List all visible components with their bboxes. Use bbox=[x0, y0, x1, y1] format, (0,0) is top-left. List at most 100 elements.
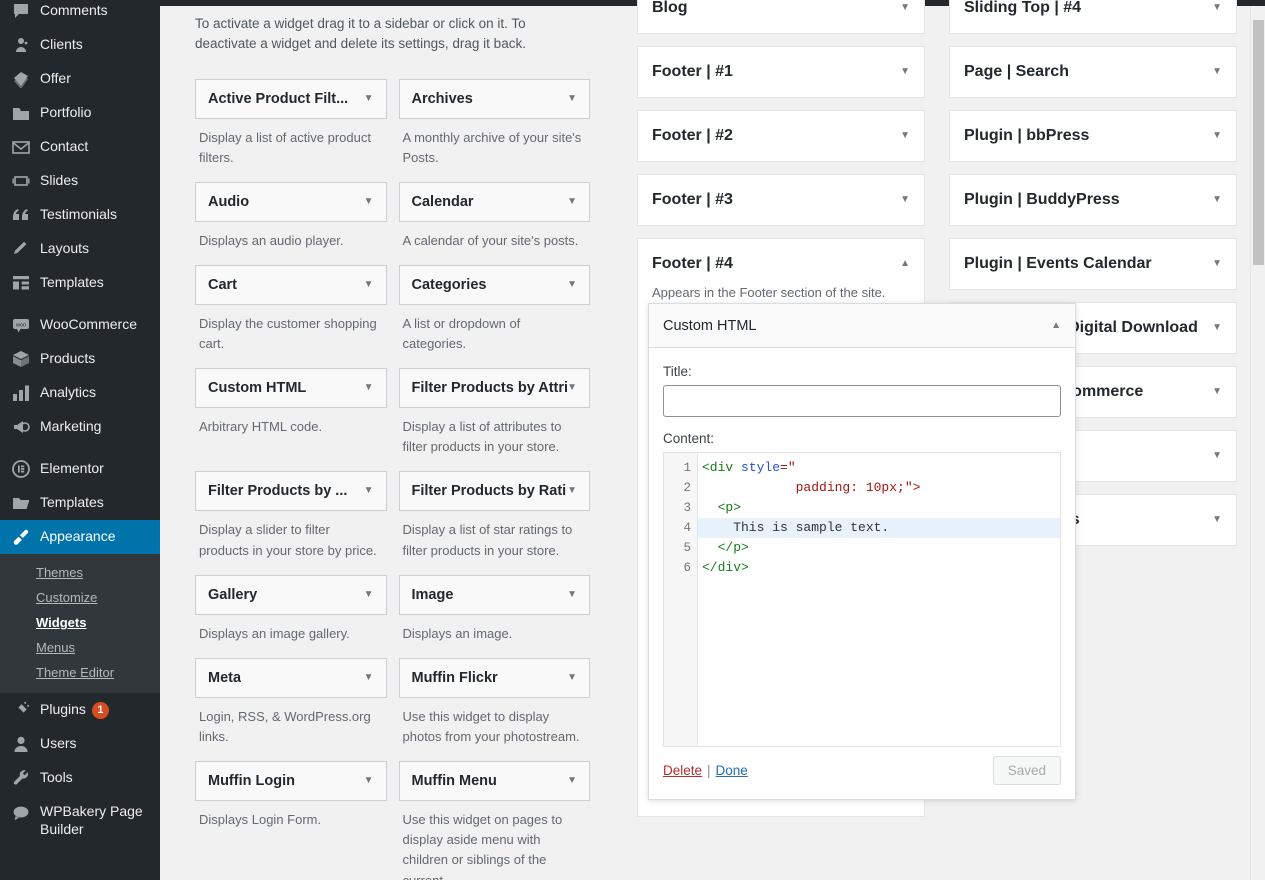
chevron-down-icon[interactable]: ▼ bbox=[567, 196, 577, 207]
available-widget-calendar[interactable]: Calendar ▼ bbox=[398, 181, 590, 222]
chevron-down-icon[interactable]: ▼ bbox=[364, 279, 374, 290]
sidebar-item-appearance[interactable]: Appearance bbox=[0, 520, 160, 554]
chevron-down-icon[interactable]: ▼ bbox=[364, 589, 374, 600]
sidebar-item-offer[interactable]: Offer bbox=[0, 62, 160, 96]
chevron-up-icon[interactable]: ▲ bbox=[900, 259, 910, 269]
available-widget-categories[interactable]: Categories ▼ bbox=[398, 264, 590, 305]
available-widget-muffin-menu[interactable]: Muffin Menu ▼ bbox=[398, 761, 590, 802]
available-widget-filter-products-by[interactable]: Filter Products by ... ▼ bbox=[195, 471, 387, 512]
chevron-down-icon[interactable]: ▼ bbox=[1212, 131, 1222, 141]
code-line[interactable]: <div style=" bbox=[698, 458, 1060, 478]
sidebar-item-wpbakery-page-builder[interactable]: WPBakery Page Builder bbox=[0, 795, 160, 843]
available-widget-gallery[interactable]: Gallery ▼ bbox=[195, 574, 387, 615]
sidebar-item-tools[interactable]: Tools bbox=[0, 761, 160, 795]
available-widget-image[interactable]: Image ▼ bbox=[398, 574, 590, 615]
chevron-down-icon[interactable]: ▼ bbox=[1212, 67, 1222, 77]
available-widget-custom-html[interactable]: Custom HTML ▼ bbox=[195, 368, 387, 409]
code-line[interactable]: </p> bbox=[698, 538, 1060, 558]
sidebar-item-templates[interactable]: Templates bbox=[0, 266, 160, 300]
sidebar-item-layouts[interactable]: Layouts bbox=[0, 232, 160, 266]
chevron-down-icon[interactable]: ▼ bbox=[1212, 3, 1222, 13]
sidebar-item-portfolio[interactable]: Portfolio bbox=[0, 96, 160, 130]
sidebar-box-header[interactable]: Sliding Top | #4 ▼ bbox=[964, 0, 1222, 17]
chevron-down-icon[interactable]: ▼ bbox=[567, 486, 577, 496]
submenu-item-menus[interactable]: Menus bbox=[0, 635, 160, 660]
sidebar-item-elementor[interactable]: Elementor bbox=[0, 452, 160, 486]
sidebar-item-analytics[interactable]: Analytics bbox=[0, 376, 160, 410]
chevron-down-icon[interactable]: ▼ bbox=[567, 383, 577, 393]
sidebar-box-header[interactable]: Footer | #3 ▼ bbox=[652, 191, 910, 209]
sidebar-item-comments[interactable]: Comments bbox=[0, 0, 160, 28]
available-widget-cart[interactable]: Cart ▼ bbox=[195, 264, 387, 305]
chevron-down-icon[interactable]: ▼ bbox=[1212, 323, 1222, 333]
chevron-down-icon[interactable]: ▼ bbox=[900, 3, 910, 13]
chevron-down-icon[interactable]: ▼ bbox=[900, 67, 910, 77]
code-content[interactable]: <div style=" padding: 10px;"> <p> This i… bbox=[698, 453, 1060, 746]
sidebar-box-blog[interactable]: Blog ▼ bbox=[637, 0, 925, 34]
chevron-down-icon[interactable]: ▼ bbox=[1212, 515, 1222, 525]
chevron-down-icon[interactable]: ▼ bbox=[364, 383, 374, 393]
available-widget-meta[interactable]: Meta ▼ bbox=[195, 657, 387, 698]
chevron-down-icon[interactable]: ▼ bbox=[567, 589, 577, 600]
html-code-editor[interactable]: 1 2 3 4 5 6 <div style=" padding: 10px;"> <p>… bbox=[663, 452, 1061, 747]
sidebar-item-contact[interactable]: Contact bbox=[0, 130, 160, 164]
code-line[interactable]: padding: 10px;"> bbox=[698, 478, 1060, 498]
chevron-down-icon[interactable]: ▼ bbox=[364, 196, 374, 207]
done-link[interactable]: Done bbox=[716, 763, 748, 778]
sidebar-box-footer-1[interactable]: Footer | #1 ▼ bbox=[637, 46, 925, 98]
sidebar-box-footer-3[interactable]: Footer | #3 ▼ bbox=[637, 174, 925, 226]
widget-title-input[interactable] bbox=[663, 385, 1061, 417]
chevron-down-icon[interactable]: ▼ bbox=[1212, 195, 1222, 205]
submenu-item-widgets[interactable]: Widgets bbox=[0, 610, 160, 635]
submenu-item-customize[interactable]: Customize bbox=[0, 585, 160, 610]
code-line[interactable]: </div> bbox=[698, 558, 1060, 578]
chevron-down-icon[interactable]: ▼ bbox=[900, 131, 910, 141]
delete-widget-link[interactable]: Delete bbox=[663, 763, 702, 778]
available-widget-active-product-filt[interactable]: Active Product Filt... ▼ bbox=[195, 78, 387, 119]
sidebar-item-clients[interactable]: Clients bbox=[0, 28, 160, 62]
chevron-down-icon[interactable]: ▼ bbox=[567, 776, 577, 786]
chevron-up-icon[interactable]: ▲ bbox=[1051, 320, 1061, 331]
chevron-down-icon[interactable]: ▼ bbox=[567, 93, 577, 104]
available-widget-filter-products-by-rating[interactable]: Filter Products by Rating ▼ bbox=[398, 471, 590, 512]
chevron-down-icon[interactable]: ▼ bbox=[1212, 259, 1222, 269]
available-widget-audio[interactable]: Audio ▼ bbox=[195, 181, 387, 222]
chevron-down-icon[interactable]: ▼ bbox=[900, 195, 910, 205]
chevron-down-icon[interactable]: ▼ bbox=[567, 279, 577, 290]
submenu-item-theme-editor[interactable]: Theme Editor bbox=[0, 660, 160, 685]
sidebar-item-plugins[interactable]: Plugins 1 bbox=[0, 693, 160, 727]
submenu-item-themes[interactable]: Themes bbox=[0, 560, 160, 585]
sidebar-box-header[interactable]: Footer | #4 ▲ bbox=[652, 255, 910, 273]
sidebar-item-slides[interactable]: Slides bbox=[0, 164, 160, 198]
chevron-down-icon[interactable]: ▼ bbox=[567, 672, 577, 683]
chevron-down-icon[interactable]: ▼ bbox=[364, 93, 374, 104]
sidebar-box-page-search[interactable]: Page | Search ▼ bbox=[949, 46, 1237, 98]
sidebar-box-plugin-buddypress[interactable]: Plugin | BuddyPress ▼ bbox=[949, 174, 1237, 226]
sidebar-item-testimonials[interactable]: Testimonials bbox=[0, 198, 160, 232]
chevron-down-icon[interactable]: ▼ bbox=[1212, 387, 1222, 397]
page-scrollbar-track[interactable] bbox=[1250, 6, 1265, 880]
sidebar-item-marketing[interactable]: Marketing bbox=[0, 410, 160, 444]
sidebar-box-header[interactable]: Footer | #1 ▼ bbox=[652, 63, 910, 81]
sidebar-box-header[interactable]: Footer | #2 ▼ bbox=[652, 127, 910, 145]
code-line[interactable]: <p> bbox=[698, 498, 1060, 518]
chevron-down-icon[interactable]: ▼ bbox=[1212, 451, 1222, 461]
custom-html-panel-header[interactable]: Custom HTML ▲ bbox=[649, 304, 1075, 348]
sidebar-box-sliding-top-4[interactable]: Sliding Top | #4 ▼ bbox=[949, 0, 1237, 34]
sidebar-item-products[interactable]: Products bbox=[0, 342, 160, 376]
page-scrollbar-thumb[interactable] bbox=[1253, 20, 1264, 265]
sidebar-box-header[interactable]: Page | Search ▼ bbox=[964, 63, 1222, 81]
sidebar-box-plugin-events-calendar[interactable]: Plugin | Events Calendar ▼ bbox=[949, 238, 1237, 290]
sidebar-item-woocommerce[interactable]: woo WooCommerce bbox=[0, 308, 160, 342]
sidebar-box-plugin-bbpress[interactable]: Plugin | bbPress ▼ bbox=[949, 110, 1237, 162]
sidebar-box-header[interactable]: Plugin | Events Calendar ▼ bbox=[964, 255, 1222, 273]
sidebar-box-header[interactable]: Plugin | bbPress ▼ bbox=[964, 127, 1222, 145]
available-widget-muffin-flickr[interactable]: Muffin Flickr ▼ bbox=[398, 657, 590, 698]
chevron-down-icon[interactable]: ▼ bbox=[364, 672, 374, 683]
available-widget-filter-products-by-attribute[interactable]: Filter Products by Attribute▼ bbox=[398, 368, 590, 409]
sidebar-item-templates[interactable]: Templates bbox=[0, 486, 160, 520]
chevron-down-icon[interactable]: ▼ bbox=[364, 486, 374, 496]
sidebar-item-users[interactable]: Users bbox=[0, 727, 160, 761]
available-widget-muffin-login[interactable]: Muffin Login ▼ bbox=[195, 761, 387, 802]
chevron-down-icon[interactable]: ▼ bbox=[364, 776, 374, 786]
